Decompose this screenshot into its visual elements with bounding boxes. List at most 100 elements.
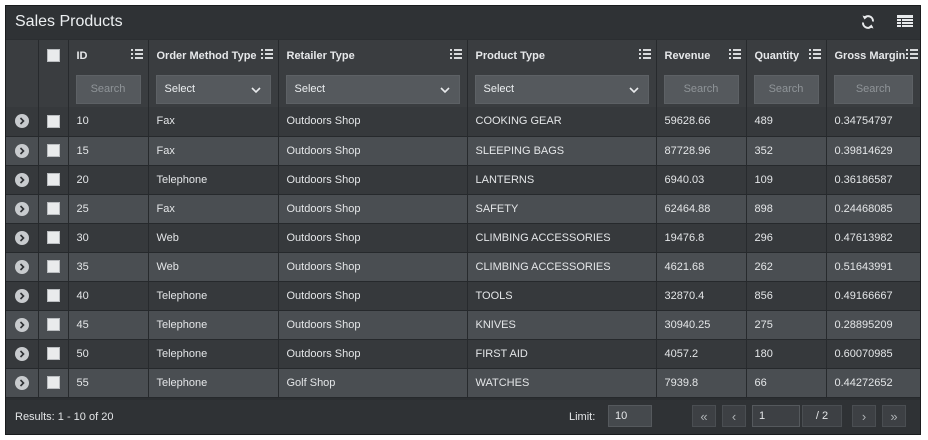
quantity-cell: 856	[746, 281, 827, 311]
limit-input[interactable]	[608, 405, 652, 427]
table-row[interactable]: 40 Telephone Outdoors Shop TOOLS 32870.4 856 0…	[6, 281, 920, 311]
revenue-cell: 7939.8	[656, 368, 747, 398]
table-row[interactable]: 45 Telephone Outdoors Shop KNIVES 30940.25 27…	[6, 310, 920, 340]
retailer-type-select-value: Select	[294, 83, 326, 95]
sort-icon[interactable]	[728, 49, 741, 62]
header-order-method[interactable]: Order Method Type	[148, 40, 279, 71]
product-type-cell: CLIMBING ACCESSORIES	[467, 252, 657, 282]
retailer-type-cell: Outdoors Shop	[278, 310, 468, 340]
order-method-cell: Web	[148, 252, 279, 282]
grid-title: Sales Products	[15, 13, 123, 30]
sort-icon[interactable]	[130, 49, 143, 62]
revenue-cell: 32870.4	[656, 281, 747, 311]
expand-row-icon[interactable]	[14, 201, 29, 216]
table-row[interactable]: 55 Telephone Golf Shop WATCHES 7939.8 66 0.442…	[6, 368, 920, 398]
header-retailer-type[interactable]: Retailer Type	[278, 40, 468, 71]
row-checkbox[interactable]	[46, 173, 60, 186]
expand-row-icon[interactable]	[14, 143, 29, 158]
quantity-cell: 489	[746, 107, 827, 137]
table-row[interactable]: 50 Telephone Outdoors Shop FIRST AID 4057.2 1…	[6, 339, 920, 369]
row-checkbox[interactable]	[46, 114, 60, 128]
sort-icon[interactable]	[808, 49, 821, 62]
sort-icon[interactable]	[638, 49, 651, 62]
retailer-type-cell: Outdoors Shop	[278, 165, 468, 195]
id-cell: 15	[68, 136, 149, 166]
quantity-search-input[interactable]	[753, 74, 819, 104]
row-checkbox[interactable]	[46, 144, 60, 157]
order-method-cell: Telephone	[148, 281, 279, 311]
next-page-button[interactable]: ›	[852, 405, 876, 427]
revenue-cell: 6940.03	[656, 165, 747, 195]
last-page-button[interactable]: »	[882, 405, 906, 427]
row-checkbox[interactable]	[46, 347, 60, 360]
header-gross-margin[interactable]: Gross Margin	[826, 40, 920, 71]
id-cell: 40	[68, 281, 149, 311]
row-checkbox[interactable]	[46, 376, 60, 389]
gross-margin-search-input[interactable]	[833, 74, 913, 104]
retailer-type-cell: Outdoors Shop	[278, 194, 468, 224]
row-checkbox[interactable]	[46, 289, 60, 302]
header-select-all-cell	[38, 40, 69, 71]
revenue-search-input[interactable]	[663, 74, 739, 104]
header-id[interactable]: ID	[68, 40, 149, 71]
row-checkbox[interactable]	[46, 318, 60, 331]
columns-icon[interactable]	[896, 13, 914, 31]
retailer-type-cell: Outdoors Shop	[278, 281, 468, 311]
expand-row-icon[interactable]	[14, 230, 29, 245]
expand-cell	[6, 281, 39, 311]
expand-row-icon[interactable]	[14, 259, 29, 274]
select-cell	[38, 223, 69, 253]
filter-id-cell	[68, 71, 149, 107]
sort-icon[interactable]	[449, 49, 462, 62]
filter-empty-cell	[38, 71, 69, 107]
gross-margin-cell: 0.49166667	[826, 281, 920, 311]
expand-row-icon[interactable]	[14, 114, 29, 129]
page-number-input[interactable]	[752, 405, 800, 427]
header-gross-margin-label: Gross Margin	[834, 49, 906, 62]
sort-icon[interactable]	[260, 49, 273, 62]
header-quantity[interactable]: Quantity	[746, 40, 827, 71]
table-body: 10 Fax Outdoors Shop COOKING GEAR 59628.66 48…	[6, 107, 920, 398]
expand-row-icon[interactable]	[14, 288, 29, 303]
table-row[interactable]: 10 Fax Outdoors Shop COOKING GEAR 59628.66 48…	[6, 107, 920, 137]
table-row[interactable]: 25 Fax Outdoors Shop SAFETY 62464.88 898 0.244…	[6, 194, 920, 224]
first-page-button[interactable]: «	[692, 405, 716, 427]
revenue-cell: 30940.25	[656, 310, 747, 340]
filter-gross-margin-cell	[826, 71, 920, 107]
expand-cell	[6, 310, 39, 340]
sort-icon[interactable]	[906, 49, 918, 62]
id-cell: 10	[68, 107, 149, 137]
row-checkbox[interactable]	[46, 231, 60, 244]
table-row[interactable]: 35 Web Outdoors Shop CLIMBING ACCESSORIES 46…	[6, 252, 920, 282]
table-row[interactable]: 20 Telephone Outdoors Shop LANTERNS 6940.03 1…	[6, 165, 920, 195]
order-method-cell: Telephone	[148, 368, 279, 398]
header-product-type[interactable]: Product Type	[467, 40, 657, 71]
order-method-select[interactable]: Select	[155, 74, 271, 104]
expand-row-icon[interactable]	[14, 317, 29, 332]
select-all-checkbox[interactable]	[46, 49, 60, 62]
header-row: ID Order Method Type Retailer Type Produ…	[6, 40, 920, 71]
table-row[interactable]: 30 Web Outdoors Shop CLIMBING ACCESSORIES 19…	[6, 223, 920, 253]
header-revenue[interactable]: Revenue	[656, 40, 747, 71]
expand-row-icon[interactable]	[14, 346, 29, 361]
product-type-select[interactable]: Select	[474, 74, 649, 104]
limit-label: Limit:	[569, 411, 596, 423]
revenue-cell: 87728.96	[656, 136, 747, 166]
product-type-cell: TOOLS	[467, 281, 657, 311]
product-type-cell: SAFETY	[467, 194, 657, 224]
select-cell	[38, 194, 69, 224]
gross-margin-cell: 0.39814629	[826, 136, 920, 166]
expand-row-icon[interactable]	[14, 172, 29, 187]
table-row[interactable]: 15 Fax Outdoors Shop SLEEPING BAGS 87728.96 3…	[6, 136, 920, 166]
id-cell: 25	[68, 194, 149, 224]
product-type-cell: LANTERNS	[467, 165, 657, 195]
row-checkbox[interactable]	[46, 202, 60, 215]
retailer-type-cell: Outdoors Shop	[278, 223, 468, 253]
refresh-icon[interactable]	[859, 13, 877, 31]
retailer-type-select[interactable]: Select	[285, 74, 460, 104]
row-checkbox[interactable]	[46, 260, 60, 273]
prev-page-button[interactable]: ‹	[722, 405, 746, 427]
id-search-input[interactable]	[75, 74, 141, 104]
filter-revenue-cell	[656, 71, 747, 107]
expand-row-icon[interactable]	[14, 375, 29, 390]
